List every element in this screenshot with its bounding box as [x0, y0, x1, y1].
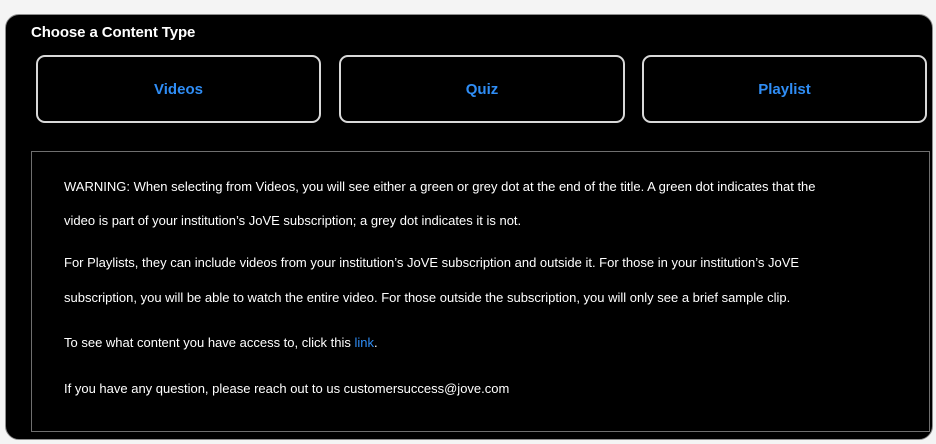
access-link[interactable]: link: [354, 335, 374, 350]
playlist-text-line-2: subscription, you will be able to watch …: [64, 290, 791, 305]
access-text: To see what content you have access to, …: [64, 335, 378, 351]
warning-text-line-2: video is part of your institution’s JoVE…: [64, 213, 522, 228]
access-text-prefix: To see what content you have access to, …: [64, 335, 355, 350]
videos-button[interactable]: Videos: [36, 55, 321, 123]
content-type-panel: Choose a Content Type Videos Quiz Playli…: [5, 14, 933, 440]
quiz-button[interactable]: Quiz: [339, 55, 625, 123]
info-box: WARNING: When selecting from Videos, you…: [31, 151, 930, 432]
access-text-suffix: .: [374, 335, 378, 350]
playlist-text-line-1: For Playlists, they can include videos f…: [64, 255, 800, 270]
warning-text-line-1: WARNING: When selecting from Videos, you…: [64, 179, 816, 194]
contact-text: If you have any question, please reach o…: [64, 381, 510, 396]
playlist-button[interactable]: Playlist: [642, 55, 927, 123]
panel-title: Choose a Content Type: [31, 24, 196, 41]
